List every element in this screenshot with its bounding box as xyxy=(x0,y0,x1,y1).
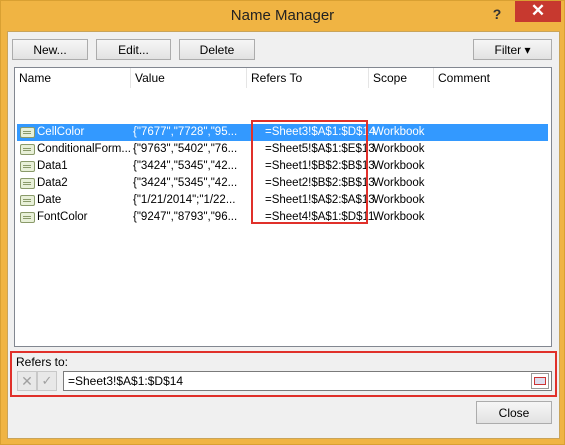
name-cell: Data2 xyxy=(37,177,68,189)
comment-cell xyxy=(437,141,547,158)
scope-cell: Workbook xyxy=(373,143,425,155)
value-cell: {"7677","7728","95... xyxy=(133,126,238,138)
dialog-body: New... Edit... Delete Filter ▾ Name Valu… xyxy=(7,31,560,439)
refers-to-input[interactable]: =Sheet3!$A$1:$D$14 xyxy=(63,371,552,391)
comment-cell xyxy=(437,192,547,209)
name-cell: CellColor xyxy=(37,126,85,138)
refers-to-panel: Refers to: ✕ ✓ =Sheet3!$A$1:$D$14 xyxy=(10,351,557,397)
new-button[interactable]: New... xyxy=(12,39,88,60)
scope-cell: Workbook xyxy=(373,194,425,206)
value-cell: {"9763","5402","76... xyxy=(133,143,238,155)
names-list[interactable]: Name Value Refers To Scope Comment CellC… xyxy=(14,67,552,347)
comment-cell xyxy=(437,158,547,175)
range-select-icon[interactable] xyxy=(531,373,549,389)
name-cell: ConditionalForm... xyxy=(37,143,131,155)
window-title: Name Manager xyxy=(230,7,335,24)
scope-cell: Workbook xyxy=(373,177,425,189)
close-button[interactable]: Close xyxy=(476,401,552,424)
named-range-icon xyxy=(20,178,35,189)
scope-cell: Workbook xyxy=(373,126,425,138)
refers-to-input-value: =Sheet3!$A$1:$D$14 xyxy=(68,374,184,388)
column-header-refers-to[interactable]: Refers To xyxy=(247,68,369,88)
refers-to-label: Refers to: xyxy=(16,355,69,369)
named-range-icon xyxy=(20,212,35,223)
name-cell: Date xyxy=(37,194,62,206)
value-cell: {"3424","5345","42... xyxy=(133,177,238,189)
window-close-button[interactable]: ✕ xyxy=(515,1,561,22)
cancel-icon[interactable]: ✕ xyxy=(17,371,37,391)
filter-button[interactable]: Filter ▾ xyxy=(473,39,552,60)
value-cell: {"1/21/2014";"1/22... xyxy=(133,194,236,206)
named-range-icon xyxy=(20,195,35,206)
comment-cell xyxy=(437,175,547,192)
comment-cell xyxy=(437,209,547,226)
confirm-icon[interactable]: ✓ xyxy=(37,371,57,391)
value-cell: {"3424","5345","42... xyxy=(133,160,238,172)
name-manager-window: Name Manager ? ✕ New... Edit... Delete F… xyxy=(0,0,565,445)
help-button[interactable]: ? xyxy=(487,4,507,24)
column-header-value[interactable]: Value xyxy=(131,68,247,88)
refers-to-highlight xyxy=(251,120,368,224)
scope-cell: Workbook xyxy=(373,211,425,223)
column-header-scope[interactable]: Scope xyxy=(369,68,434,88)
name-cell: Data1 xyxy=(37,160,68,172)
named-range-icon xyxy=(20,127,35,138)
edit-button[interactable]: Edit... xyxy=(96,39,171,60)
scope-cell: Workbook xyxy=(373,160,425,172)
column-header-comment[interactable]: Comment xyxy=(434,68,551,88)
name-cell: FontColor xyxy=(37,211,88,223)
named-range-icon xyxy=(20,144,35,155)
column-header-name[interactable]: Name xyxy=(15,68,131,88)
comment-cell xyxy=(437,124,547,141)
named-range-icon xyxy=(20,161,35,172)
title-bar[interactable]: Name Manager ? ✕ xyxy=(1,1,564,31)
delete-button[interactable]: Delete xyxy=(179,39,255,60)
value-cell: {"9247","8793","96... xyxy=(133,211,238,223)
